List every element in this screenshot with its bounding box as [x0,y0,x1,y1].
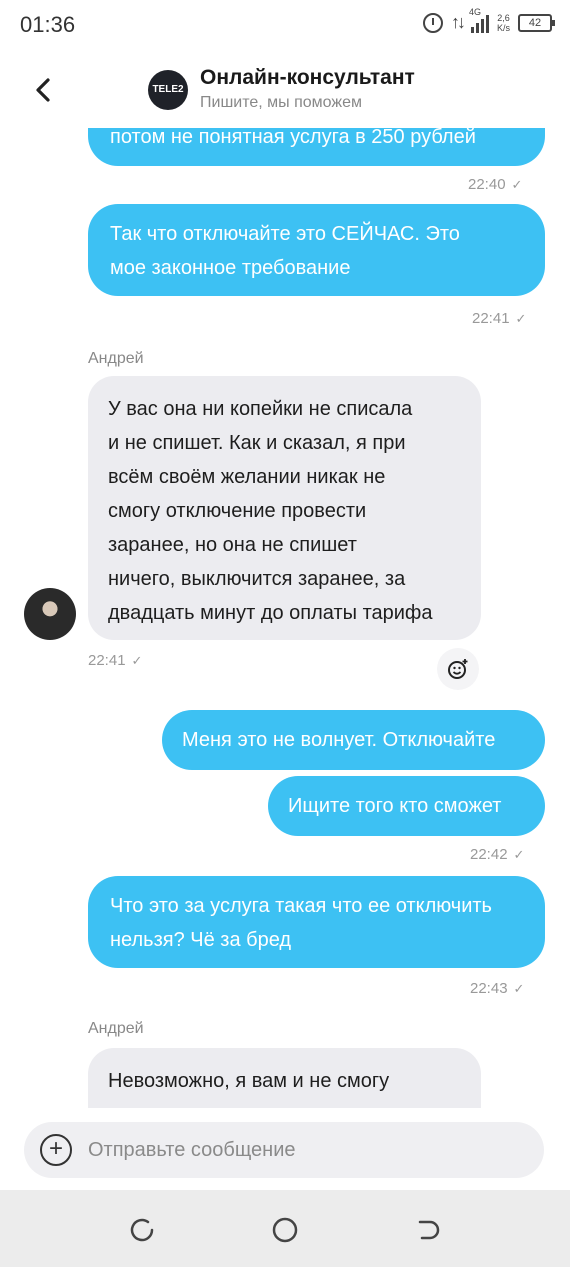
data-transfer-icon: ↑↓ [450,12,466,32]
status-time: 01:36 [20,12,76,37]
incoming-message[interactable]: У вас она ни копейки не списала и не спи… [88,376,481,640]
outgoing-message[interactable]: Ищите того кто сможет [268,776,545,836]
status-icons: ↑↓ 4G 2,6 K/s 42 [422,7,555,33]
chat-title: Онлайн-консультант [200,66,415,89]
sender-name: Андрей [88,1020,144,1037]
plus-circle-icon[interactable]: + [40,1134,72,1166]
message-time: 22:40 ✓ [468,176,523,193]
recent-apps-icon[interactable] [124,1212,160,1248]
message-time: 22:42 ✓ [470,846,525,863]
incoming-message[interactable]: Невозможно, я вам и не смогу [88,1048,481,1108]
composer: + [0,1108,570,1190]
check-icon: ✓ [515,311,527,326]
message-list[interactable]: потом не понятная услуга в 250 рублей 22… [0,128,570,1108]
chat-header: TELE2 Онлайн-консультант Пишите, мы помо… [0,52,570,128]
back-nav-icon[interactable] [410,1212,446,1248]
outgoing-message[interactable]: потом не понятная услуга в 250 рублей [88,128,545,166]
alarm-icon [422,12,443,33]
check-icon: ✓ [513,847,525,862]
chat-subtitle: Пишите, мы поможем [200,94,362,111]
home-icon[interactable] [267,1212,303,1248]
sender-name: Андрей [88,350,144,367]
check-icon: ✓ [513,981,525,996]
system-nav-bar [0,1190,570,1267]
network-type: 4G [468,6,481,17]
back-arrow-icon[interactable] [26,72,62,108]
battery-icon: 42 [518,13,555,32]
network-speed: 2,6 K/s [496,12,510,33]
avatar[interactable] [24,588,76,640]
message-time: 22:43 ✓ [470,980,525,997]
check-icon: ✓ [131,653,143,668]
message-time: 22:41 ✓ [88,652,143,669]
outgoing-message[interactable]: Меня это не волнует. Отключайте [162,710,545,770]
status-bar: 01:36 ↑↓ 4G 2,6 K/s 42 [0,0,570,52]
outgoing-message[interactable]: Так что отключайте это СЕЙЧАС. Это мое з… [88,204,545,296]
operator-logo: TELE2 [148,70,188,110]
signal-icon: 4G [469,7,489,33]
message-time: 22:41 ✓ [472,310,527,327]
message-input[interactable] [88,1136,518,1164]
emoji-add-icon[interactable] [437,648,479,690]
check-icon: ✓ [511,177,523,192]
message-input-box: + [24,1122,544,1178]
outgoing-message[interactable]: Что это за услуга такая что ее отключить… [88,876,545,968]
